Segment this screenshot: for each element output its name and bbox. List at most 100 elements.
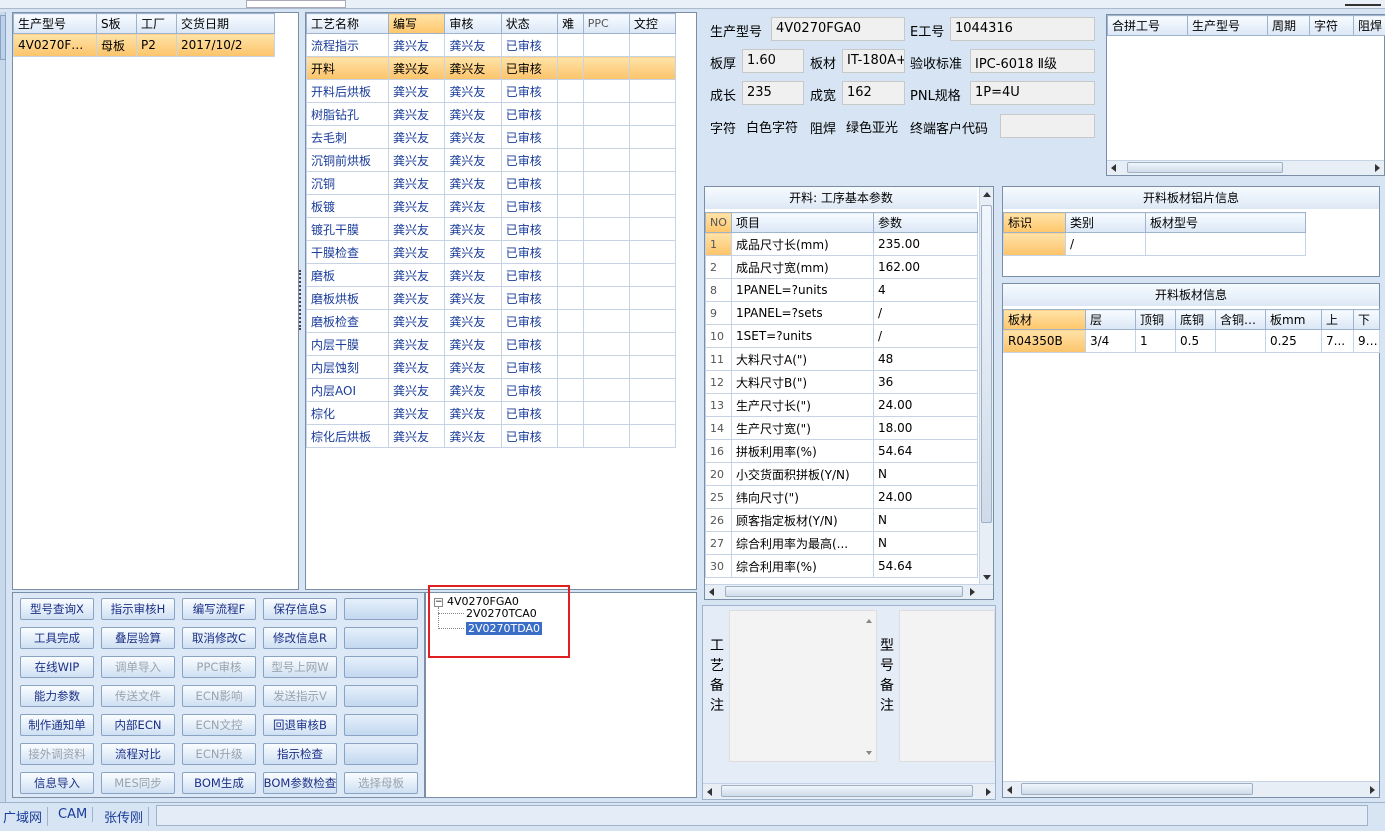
scroll-up-icon[interactable] <box>983 192 991 197</box>
action-button[interactable]: 能力参数 <box>20 685 94 707</box>
table-row[interactable]: 内层AOI 龚兴友 龚兴友 已审核 <box>306 378 677 402</box>
table-row[interactable]: 2 成品尺寸宽(mm) 162.00 <box>705 255 978 279</box>
table-row[interactable]: 4V0270FGA0 母板 P2 2017/10/2 <box>13 33 275 57</box>
table-row[interactable]: 1 成品尺寸长(mm) 235.00 <box>705 232 978 256</box>
col-header[interactable]: 板mm <box>1265 309 1322 330</box>
model-field[interactable]: 4V0270FGA0 <box>771 17 905 41</box>
action-button[interactable]: 指示审核H <box>101 598 175 620</box>
action-button[interactable]: 调单导入 <box>101 656 175 678</box>
col-header[interactable]: 难 <box>557 13 584 34</box>
table-row[interactable]: 磨板烘板 龚兴友 龚兴友 已审核 <box>306 286 677 310</box>
table-row[interactable]: 13 生产尺寸长(") 24.00 <box>705 393 978 417</box>
menu-search-box[interactable] <box>246 0 346 8</box>
scroll-thumb[interactable] <box>721 785 973 797</box>
scroll-left-icon[interactable] <box>1007 786 1012 794</box>
table-row[interactable]: 棕化后烘板 龚兴友 龚兴友 已审核 <box>306 424 677 448</box>
mask-field[interactable]: 绿色亚光 <box>842 114 905 138</box>
table-row[interactable]: 内层蚀刻 龚兴友 龚兴友 已审核 <box>306 355 677 379</box>
col-header[interactable]: 字符 <box>1309 15 1354 36</box>
action-button[interactable]: 型号查询X <box>20 598 94 620</box>
standard-field[interactable]: IPC-6018 Ⅱ级 <box>970 49 1095 73</box>
blank-button[interactable] <box>344 743 418 765</box>
table-row[interactable]: 26 顾客指定板材(Y/N) N <box>705 508 978 532</box>
splitter-handle[interactable] <box>299 270 304 330</box>
length-field[interactable]: 235 <box>742 81 804 105</box>
col-header[interactable]: 下 <box>1353 309 1380 330</box>
table-row[interactable]: 干膜检查 龚兴友 龚兴友 已审核 <box>306 240 677 264</box>
table-row[interactable]: 开料后烘板 龚兴友 龚兴友 已审核 <box>306 79 677 103</box>
blank-button[interactable] <box>344 627 418 649</box>
scroll-left-icon[interactable] <box>709 588 714 596</box>
action-button[interactable]: BOM生成 <box>182 772 256 794</box>
scroll-thumb[interactable] <box>1021 783 1253 795</box>
col-header[interactable]: 合拼工号 <box>1107 15 1188 36</box>
table-row[interactable]: 沉铜 龚兴友 龚兴友 已审核 <box>306 171 677 195</box>
scroll-right-icon[interactable] <box>986 788 991 796</box>
action-button[interactable]: 发送指示V <box>263 685 337 707</box>
col-header[interactable]: 交货日期 <box>176 13 275 34</box>
table-row[interactable]: 镀孔干膜 龚兴友 龚兴友 已审核 <box>306 217 677 241</box>
col-header[interactable]: 板材 <box>1003 309 1086 330</box>
col-header[interactable]: 标识 <box>1003 212 1066 233</box>
action-button[interactable]: 回退审核B <box>263 714 337 736</box>
col-header[interactable]: 顶铜 <box>1135 309 1176 330</box>
col-header[interactable]: 含铜mm <box>1215 309 1266 330</box>
col-header[interactable]: 项目 <box>731 212 874 233</box>
table-row[interactable]: 去毛刺 龚兴友 龚兴友 已审核 <box>306 125 677 149</box>
table-row[interactable]: 8 1PANEL=?units 4 <box>705 278 978 302</box>
table-row[interactable]: 树脂钻孔 龚兴友 龚兴友 已审核 <box>306 102 677 126</box>
action-button[interactable]: 制作通知单 <box>20 714 94 736</box>
col-header[interactable]: PPC <box>582 13 630 34</box>
table-row[interactable]: 25 纬向尺寸(") 24.00 <box>705 485 978 509</box>
col-header[interactable]: 类别 <box>1065 212 1146 233</box>
scroll-right-icon[interactable] <box>970 588 975 596</box>
col-header[interactable]: 底铜 <box>1175 309 1216 330</box>
action-button[interactable]: 修改信息R <box>263 627 337 649</box>
horizontal-scrollbar[interactable] <box>1107 160 1384 175</box>
col-header[interactable]: 文控 <box>628 13 677 34</box>
col-header[interactable]: NO <box>705 212 732 233</box>
col-header[interactable]: 工艺名称 <box>306 13 389 34</box>
action-button[interactable]: 传送文件 <box>101 685 175 707</box>
scroll-right-icon[interactable] <box>1375 164 1380 172</box>
table-row[interactable]: / <box>1003 232 1306 256</box>
action-button[interactable]: 型号上网W <box>263 656 337 678</box>
col-header[interactable]: 上 <box>1321 309 1354 330</box>
table-row[interactable]: 开料 龚兴友 龚兴友 已审核 <box>306 56 677 80</box>
col-header[interactable]: S板 <box>96 13 137 34</box>
action-button[interactable]: MES同步 <box>101 772 175 794</box>
table-row[interactable]: 14 生产尺寸宽(") 18.00 <box>705 416 978 440</box>
horizontal-scrollbar[interactable] <box>703 783 995 799</box>
window-controls[interactable] <box>1345 0 1381 6</box>
blank-button[interactable] <box>344 656 418 678</box>
process-note-textarea[interactable] <box>729 610 877 762</box>
table-row[interactable]: R04350B 3/4 1 0.5 0.25 7... 9... <box>1003 329 1380 353</box>
col-header[interactable]: 工厂 <box>136 13 177 34</box>
col-header[interactable]: 板材型号 <box>1145 212 1306 233</box>
table-row[interactable]: 10 1SET=?units / <box>705 324 978 348</box>
blank-button[interactable] <box>344 714 418 736</box>
action-button[interactable]: BOM参数检查 <box>263 772 337 794</box>
col-header[interactable]: 状态 <box>500 13 559 34</box>
scroll-thumb[interactable] <box>981 205 992 523</box>
table-row[interactable]: 9 1PANEL=?sets / <box>705 301 978 325</box>
blank-button[interactable] <box>344 598 418 620</box>
action-button[interactable]: 在线WIP <box>20 656 94 678</box>
action-button[interactable]: 工具完成 <box>20 627 94 649</box>
action-button[interactable]: PPC审核 <box>182 656 256 678</box>
action-button[interactable]: 内部ECN <box>101 714 175 736</box>
table-row[interactable]: 27 综合利用率为最高(... N <box>705 531 978 555</box>
scroll-down-icon[interactable] <box>866 751 872 755</box>
col-header[interactable]: 生产型号 <box>1187 15 1268 36</box>
table-row[interactable]: 棕化 龚兴友 龚兴友 已审核 <box>306 401 677 425</box>
customer-field[interactable] <box>1000 114 1095 138</box>
material-field[interactable]: IT-180A+ <box>842 49 905 73</box>
table-row[interactable]: 16 拼板利用率(%) 54.64 <box>705 439 978 463</box>
col-header[interactable]: 编写 <box>387 13 446 34</box>
table-row[interactable]: 沉铜前烘板 龚兴友 龚兴友 已审核 <box>306 148 677 172</box>
width-field[interactable]: 162 <box>842 81 905 105</box>
blank-button[interactable] <box>344 685 418 707</box>
scroll-thumb[interactable] <box>1127 162 1283 173</box>
scroll-thumb[interactable] <box>725 586 963 597</box>
action-button[interactable]: 指示检查 <box>263 743 337 765</box>
